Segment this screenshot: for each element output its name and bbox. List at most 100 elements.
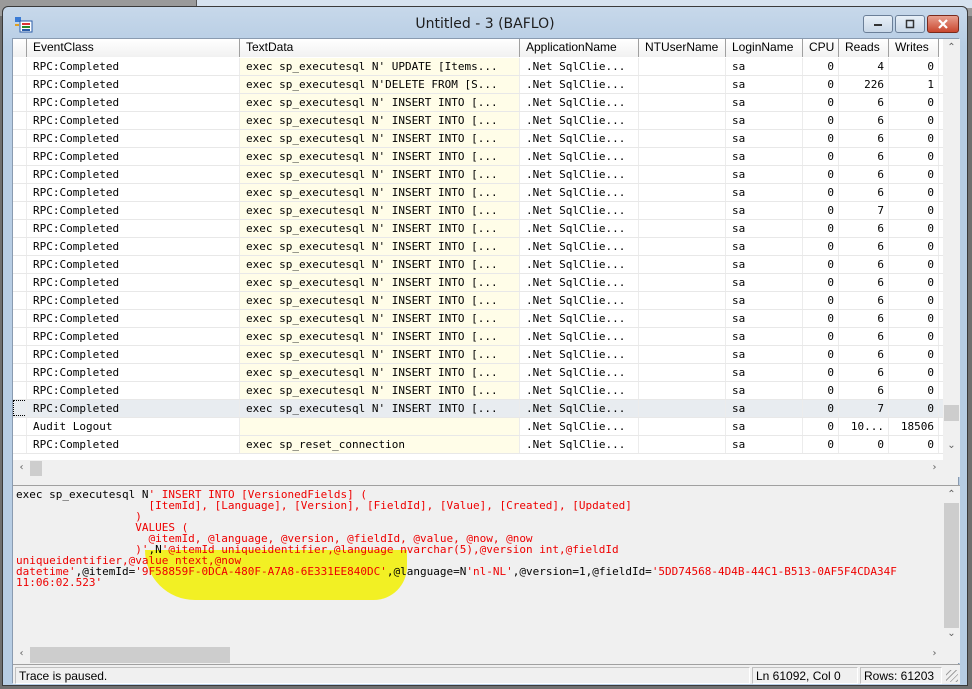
row-selector[interactable] <box>13 256 27 273</box>
cell-nt-user-name <box>639 166 726 183</box>
table-row[interactable]: RPC:Completed exec sp_executesql N' INSER… <box>13 148 943 166</box>
table-row[interactable]: RPC:Completed exec sp_executesql N' INSER… <box>13 328 943 346</box>
row-selector-header <box>13 39 27 57</box>
grid-horizontal-scrollbar[interactable]: ‹ › <box>13 460 943 477</box>
cell-writes: 0 <box>889 400 939 417</box>
cell-reads: 6 <box>839 256 889 273</box>
table-row[interactable]: RPC:Completed exec sp_executesql N' INSER… <box>13 364 943 382</box>
detail-horizontal-scrollbar[interactable]: ‹ › <box>13 646 943 663</box>
table-row[interactable]: RPC:Completed exec sp_executesql N' INSER… <box>13 238 943 256</box>
column-header-cpu[interactable]: CPU <box>803 39 839 57</box>
sql-text[interactable]: exec sp_executesql N' INSERT INTO [Versi… <box>16 489 941 588</box>
row-selector[interactable] <box>13 130 27 147</box>
table-row[interactable]: RPC:Completed exec sp_executesql N' INSER… <box>13 292 943 310</box>
table-row[interactable]: RPC:Completed exec sp_executesql N' INSER… <box>13 400 943 418</box>
cell-cpu: 0 <box>803 166 839 183</box>
minimize-button[interactable] <box>863 15 893 33</box>
scroll-down-icon[interactable]: ⌄ <box>943 440 960 451</box>
table-row[interactable]: RPC:Completed exec sp_executesql N' INSER… <box>13 256 943 274</box>
row-selector[interactable] <box>13 346 27 363</box>
column-header-applicationname[interactable]: ApplicationName <box>520 39 639 57</box>
row-selector[interactable] <box>13 292 27 309</box>
cell-writes: 0 <box>889 382 939 399</box>
row-selector[interactable] <box>13 184 27 201</box>
scroll-thumb[interactable] <box>944 503 959 628</box>
row-selector[interactable] <box>13 436 27 453</box>
cell-text-data: exec sp_executesql N' INSERT INTO [... <box>240 382 520 399</box>
row-selector[interactable] <box>13 76 27 93</box>
resize-grip-icon[interactable] <box>946 670 958 682</box>
row-selector[interactable] <box>13 112 27 129</box>
table-row[interactable]: RPC:Completed exec sp_executesql N' INSER… <box>13 112 943 130</box>
cell-cpu: 0 <box>803 112 839 129</box>
table-row[interactable]: RPC:Completed exec sp_executesql N' INSER… <box>13 382 943 400</box>
row-selector[interactable] <box>13 58 27 75</box>
scroll-thumb[interactable] <box>30 647 230 663</box>
table-row[interactable]: RPC:Completed exec sp_reset_connection .Ne… <box>13 436 943 454</box>
cell-application-name: .Net SqlClie... <box>520 184 639 201</box>
detail-vertical-scrollbar[interactable]: ⌃ ⌄ <box>943 486 960 646</box>
scroll-thumb[interactable] <box>30 461 42 476</box>
table-row[interactable]: RPC:Completed exec sp_executesql N' INSER… <box>13 346 943 364</box>
column-header-textdata[interactable]: TextData <box>240 39 520 57</box>
cell-login-name: sa <box>726 166 803 183</box>
title-bar[interactable]: Untitled - 3 (BAFLO) <box>3 7 967 39</box>
cell-reads: 6 <box>839 130 889 147</box>
row-selector[interactable] <box>13 202 27 219</box>
table-row[interactable]: RPC:Completed exec sp_executesql N' INSER… <box>13 166 943 184</box>
row-selector[interactable] <box>13 238 27 255</box>
scroll-down-icon[interactable]: ⌄ <box>943 628 960 639</box>
table-row[interactable]: RPC:Completed exec sp_executesql N'DELETE… <box>13 76 943 94</box>
column-header-eventclass[interactable]: EventClass <box>27 39 240 57</box>
row-selector[interactable] <box>13 220 27 237</box>
scroll-right-icon[interactable]: › <box>926 462 943 473</box>
row-selector[interactable] <box>13 418 27 435</box>
grid-vertical-scrollbar[interactable]: ⌃ ⌄ <box>943 39 960 460</box>
table-row[interactable]: RPC:Completed exec sp_executesql N' INSER… <box>13 94 943 112</box>
status-message: Trace is paused. <box>15 667 750 684</box>
cell-text-data: exec sp_executesql N' INSERT INTO [... <box>240 148 520 165</box>
row-selector[interactable] <box>13 382 27 399</box>
cell-text-data: exec sp_executesql N' INSERT INTO [... <box>240 94 520 111</box>
column-header-reads[interactable]: Reads <box>839 39 889 57</box>
cell-application-name: .Net SqlClie... <box>520 400 639 417</box>
scroll-left-icon[interactable]: ‹ <box>13 462 30 473</box>
row-selector[interactable] <box>13 94 27 111</box>
sql-line: datetime',@itemId='9F58859F-0DCA-480F-A7… <box>16 566 941 577</box>
row-selector[interactable] <box>13 328 27 345</box>
cell-nt-user-name <box>639 346 726 363</box>
cell-event-class: RPC:Completed <box>27 364 240 381</box>
cell-text-data: exec sp_executesql N' INSERT INTO [... <box>240 202 520 219</box>
cell-event-class: RPC:Completed <box>27 382 240 399</box>
column-header-ntusername[interactable]: NTUserName <box>639 39 726 57</box>
restore-button[interactable] <box>895 15 925 33</box>
table-row[interactable]: RPC:Completed exec sp_executesql N' UPDAT… <box>13 58 943 76</box>
table-row[interactable]: Audit Logout .Net SqlClie... sa 0 10... 18506 <box>13 418 943 436</box>
cell-writes: 18506 <box>889 418 939 435</box>
table-row[interactable]: RPC:Completed exec sp_executesql N' INSER… <box>13 202 943 220</box>
cell-cpu: 0 <box>803 130 839 147</box>
table-row[interactable]: RPC:Completed exec sp_executesql N' INSER… <box>13 130 943 148</box>
scroll-up-icon[interactable]: ⌃ <box>943 489 960 500</box>
table-row[interactable]: RPC:Completed exec sp_executesql N' INSER… <box>13 220 943 238</box>
scroll-left-icon[interactable]: ‹ <box>13 648 30 659</box>
scroll-up-icon[interactable]: ⌃ <box>943 42 960 53</box>
scroll-thumb[interactable] <box>944 405 959 421</box>
row-selector[interactable] <box>13 148 27 165</box>
column-header-loginname[interactable]: LoginName <box>726 39 803 57</box>
close-button[interactable] <box>927 15 959 33</box>
cell-reads: 6 <box>839 310 889 327</box>
table-row[interactable]: RPC:Completed exec sp_executesql N' INSER… <box>13 310 943 328</box>
textdata-detail-pane[interactable]: exec sp_executesql N' INSERT INTO [Versi… <box>13 485 960 663</box>
row-selector[interactable] <box>13 400 27 417</box>
scroll-right-icon[interactable]: › <box>926 648 943 659</box>
row-selector[interactable] <box>13 166 27 183</box>
cell-login-name: sa <box>726 112 803 129</box>
row-selector[interactable] <box>13 274 27 291</box>
row-selector[interactable] <box>13 364 27 381</box>
table-row[interactable]: RPC:Completed exec sp_executesql N' INSER… <box>13 274 943 292</box>
row-selector[interactable] <box>13 310 27 327</box>
column-header-writes[interactable]: Writes <box>889 39 939 57</box>
table-row[interactable]: RPC:Completed exec sp_executesql N' INSER… <box>13 184 943 202</box>
cell-login-name: sa <box>726 274 803 291</box>
